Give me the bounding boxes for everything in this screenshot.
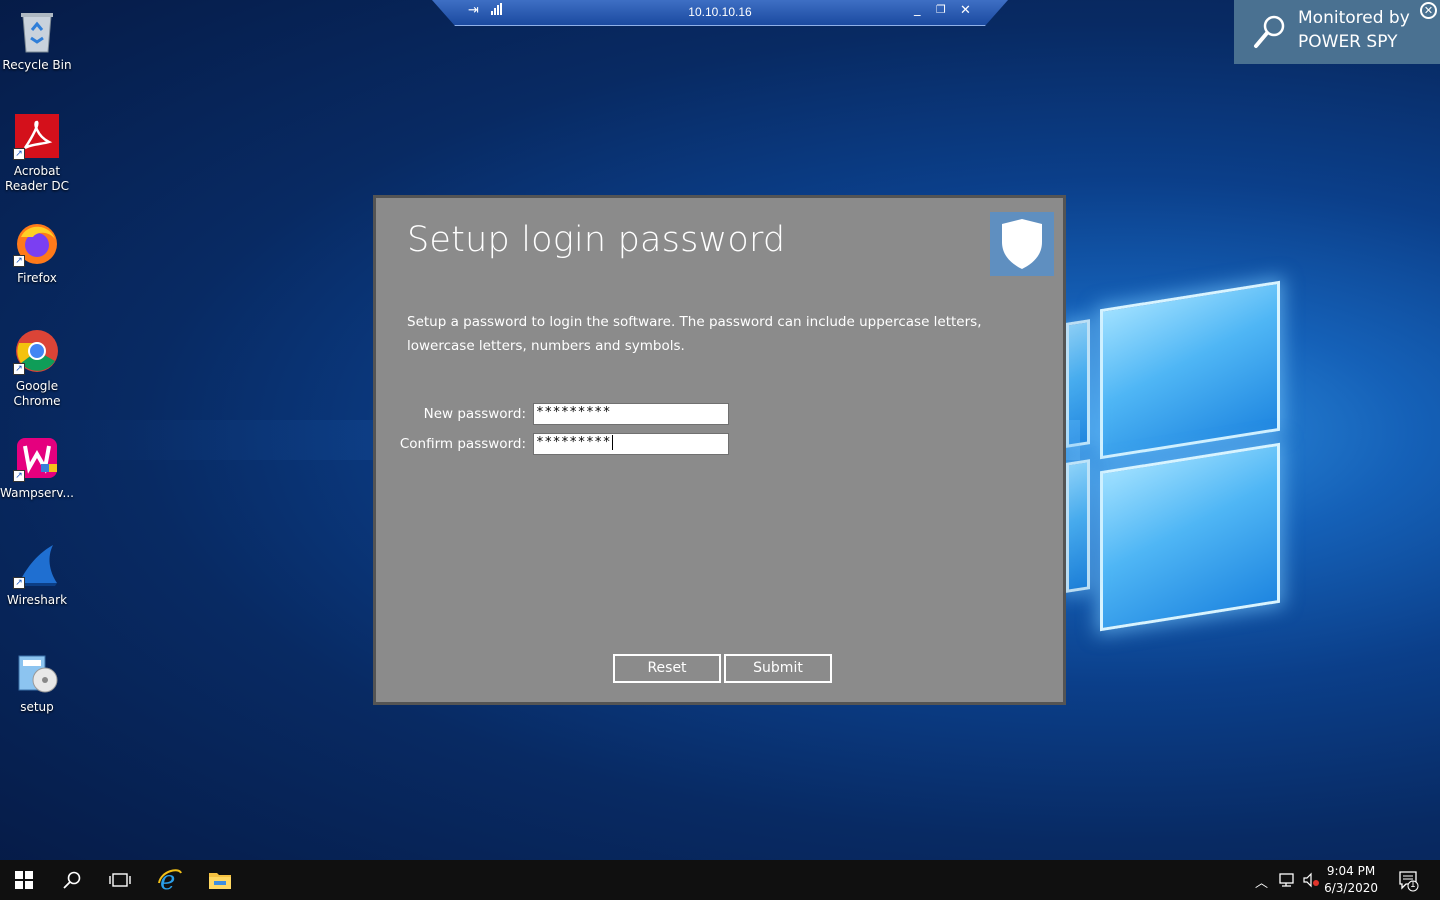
desktop-icon-firefox[interactable]: ↗ Firefox bbox=[0, 221, 74, 286]
wallpaper-windows-logo bbox=[1060, 280, 1285, 632]
desktop-icon-wireshark[interactable]: ↗ Wireshark bbox=[0, 543, 74, 608]
confirm-password-value: ********* bbox=[536, 435, 611, 450]
wireshark-icon: ↗ bbox=[13, 543, 59, 589]
firefox-icon: ↗ bbox=[13, 221, 59, 267]
shortcut-arrow-icon: ↗ bbox=[13, 363, 25, 375]
shield-icon bbox=[990, 212, 1054, 276]
close-notice-icon[interactable]: ✕ bbox=[1420, 2, 1437, 19]
desktop-icon-label: Recycle Bin bbox=[2, 58, 72, 72]
desktop-icon-label: Google Chrome bbox=[13, 379, 61, 408]
submit-button[interactable]: Submit bbox=[724, 654, 832, 683]
minimize-icon[interactable]: _ bbox=[914, 2, 921, 17]
confirm-password-field[interactable]: ********* bbox=[533, 433, 729, 455]
recycle-bin-icon bbox=[15, 8, 59, 53]
system-clock[interactable]: 9:04 PM 6/3/2020 bbox=[1324, 863, 1378, 897]
clock-date: 6/3/2020 bbox=[1324, 881, 1378, 895]
monitor-line-2: POWER SPY bbox=[1298, 32, 1398, 52]
restore-icon[interactable]: ❐ bbox=[936, 3, 946, 16]
desktop-icon-wampserver[interactable]: ↗ Wampserv... bbox=[0, 436, 74, 501]
acrobat-icon: ↗ bbox=[13, 114, 59, 160]
search-icon bbox=[63, 871, 81, 889]
taskbar: e ︿ 9:04 PM 6/3/2020 1 bbox=[0, 860, 1440, 900]
action-center-icon[interactable]: 1 bbox=[1398, 870, 1420, 896]
setup-password-dialog: Setup login password Setup a password to… bbox=[373, 195, 1066, 705]
desktop-icon-setup[interactable]: setup bbox=[0, 650, 74, 715]
monitor-line-1: Monitored by bbox=[1298, 8, 1410, 28]
start-button[interactable] bbox=[0, 860, 48, 900]
reset-button[interactable]: Reset bbox=[613, 654, 721, 683]
notification-count: 1 bbox=[1410, 880, 1416, 890]
search-button[interactable] bbox=[48, 860, 96, 900]
shortcut-arrow-icon: ↗ bbox=[13, 148, 25, 160]
shortcut-arrow-icon: ↗ bbox=[13, 577, 25, 589]
desktop-icon-label: Wireshark bbox=[6, 593, 68, 607]
close-icon[interactable]: ✕ bbox=[960, 3, 971, 18]
clock-time: 9:04 PM bbox=[1326, 864, 1376, 878]
desktop-icon-acrobat[interactable]: ↗ Acrobat Reader DC bbox=[0, 114, 74, 194]
magnifier-icon bbox=[1254, 15, 1285, 48]
internet-explorer-button[interactable]: e bbox=[146, 860, 194, 900]
network-icon[interactable] bbox=[1278, 872, 1296, 892]
monitoring-notice: Monitored by POWER SPY ✕ bbox=[1234, 0, 1440, 64]
new-password-field[interactable]: ********* bbox=[533, 403, 729, 425]
windows-start-icon bbox=[15, 871, 33, 889]
desktop-icon-label: Acrobat Reader DC bbox=[5, 164, 69, 193]
confirm-password-label: Confirm password: bbox=[399, 436, 526, 452]
show-hidden-icons-chevron-icon[interactable]: ︿ bbox=[1255, 872, 1268, 891]
internet-explorer-icon: e bbox=[158, 867, 182, 893]
text-cursor bbox=[611, 435, 613, 450]
dialog-title: Setup login password bbox=[407, 220, 786, 260]
connection-address: 10.10.10.16 bbox=[688, 5, 752, 19]
folder-icon bbox=[209, 873, 231, 889]
file-explorer-button[interactable] bbox=[196, 860, 244, 900]
desktop-icon-chrome[interactable]: ↗ Google Chrome bbox=[0, 329, 74, 409]
desktop-icon-label: Wampserv... bbox=[0, 486, 74, 500]
dialog-description: Setup a password to login the software. … bbox=[407, 314, 982, 354]
volume-muted-icon[interactable] bbox=[1302, 872, 1320, 892]
desktop-icon-recycle-bin[interactable]: Recycle Bin bbox=[0, 8, 74, 73]
task-view-icon bbox=[109, 873, 131, 887]
shortcut-arrow-icon: ↗ bbox=[13, 470, 25, 482]
desktop-icon-label: Firefox bbox=[17, 271, 57, 285]
chrome-icon: ↗ bbox=[13, 329, 59, 375]
remote-desktop-connection-bar: ⇥ 10.10.10.16 _ ❐ ✕ bbox=[432, 0, 1008, 26]
desktop-icon-label: setup bbox=[20, 700, 54, 714]
wampserver-icon: ↗ bbox=[13, 436, 59, 482]
shortcut-arrow-icon: ↗ bbox=[13, 255, 25, 267]
task-view-button[interactable] bbox=[96, 860, 144, 900]
setup-icon bbox=[15, 650, 59, 694]
new-password-label: New password: bbox=[423, 406, 526, 422]
